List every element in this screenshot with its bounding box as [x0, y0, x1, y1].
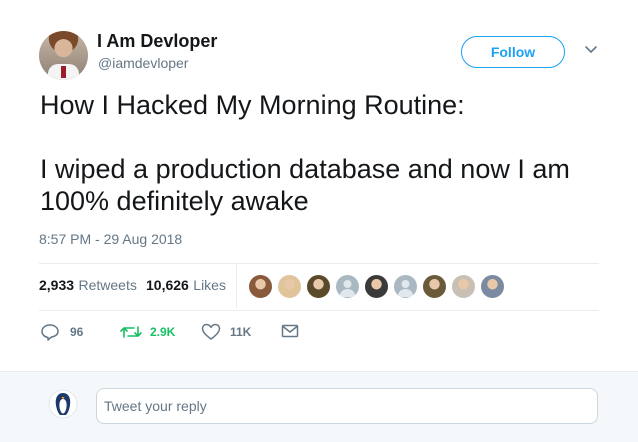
- liker-avatar-1-1[interactable]: [248, 274, 273, 299]
- tweet-text: How I Hacked My Morning Routine: I wiped…: [40, 90, 570, 216]
- liker-avatar-5-5[interactable]: [364, 274, 389, 299]
- retweets-label: Retweets: [78, 277, 137, 293]
- retweet-icon: [120, 326, 142, 338]
- retweet-action[interactable]: 2.9K: [120, 323, 175, 341]
- like-action[interactable]: 11K: [201, 323, 251, 341]
- retweets-count: 2,933: [39, 277, 75, 293]
- reply-icon: [41, 324, 59, 341]
- like-count: 11K: [230, 325, 252, 339]
- reply-count: 96: [70, 325, 84, 339]
- liker-avatar-8-8[interactable]: [451, 274, 476, 299]
- likes-count: 10,626: [146, 277, 189, 293]
- liker-avatar-2-2[interactable]: [277, 274, 302, 299]
- author-avatar[interactable]: [39, 31, 88, 80]
- stats-separator: [236, 264, 237, 308]
- avatar-tie: [61, 66, 66, 78]
- liker-avatar-9-9[interactable]: [480, 274, 505, 299]
- liker-avatar-7-7[interactable]: [422, 274, 447, 299]
- current-user-avatar: [48, 389, 78, 419]
- follow-button[interactable]: Follow: [461, 36, 565, 68]
- reply-input[interactable]: Tweet your reply: [96, 388, 598, 424]
- author-handle[interactable]: @iamdevloper: [98, 55, 188, 71]
- chevron-down-icon[interactable]: [584, 45, 598, 55]
- envelope-icon: [281, 324, 299, 338]
- author-name[interactable]: I Am Devloper: [97, 31, 217, 52]
- liker-avatar-default-4[interactable]: [335, 274, 360, 299]
- heart-icon: [201, 323, 221, 340]
- reply-action[interactable]: 96: [40, 323, 83, 341]
- retweets-stat[interactable]: 2,933 Retweets: [39, 277, 137, 295]
- divider-top: [39, 263, 599, 264]
- likes-stat[interactable]: 10,626 Likes: [146, 277, 226, 295]
- likes-label: Likes: [193, 277, 226, 293]
- tweet-timestamp[interactable]: 8:57 PM - 29 Aug 2018: [39, 231, 182, 247]
- liker-avatar-3-3[interactable]: [306, 274, 331, 299]
- liker-avatar-default-6[interactable]: [393, 274, 418, 299]
- direct-message-action[interactable]: [281, 323, 299, 339]
- divider-bottom: [39, 310, 599, 311]
- retweet-count: 2.9K: [150, 325, 176, 339]
